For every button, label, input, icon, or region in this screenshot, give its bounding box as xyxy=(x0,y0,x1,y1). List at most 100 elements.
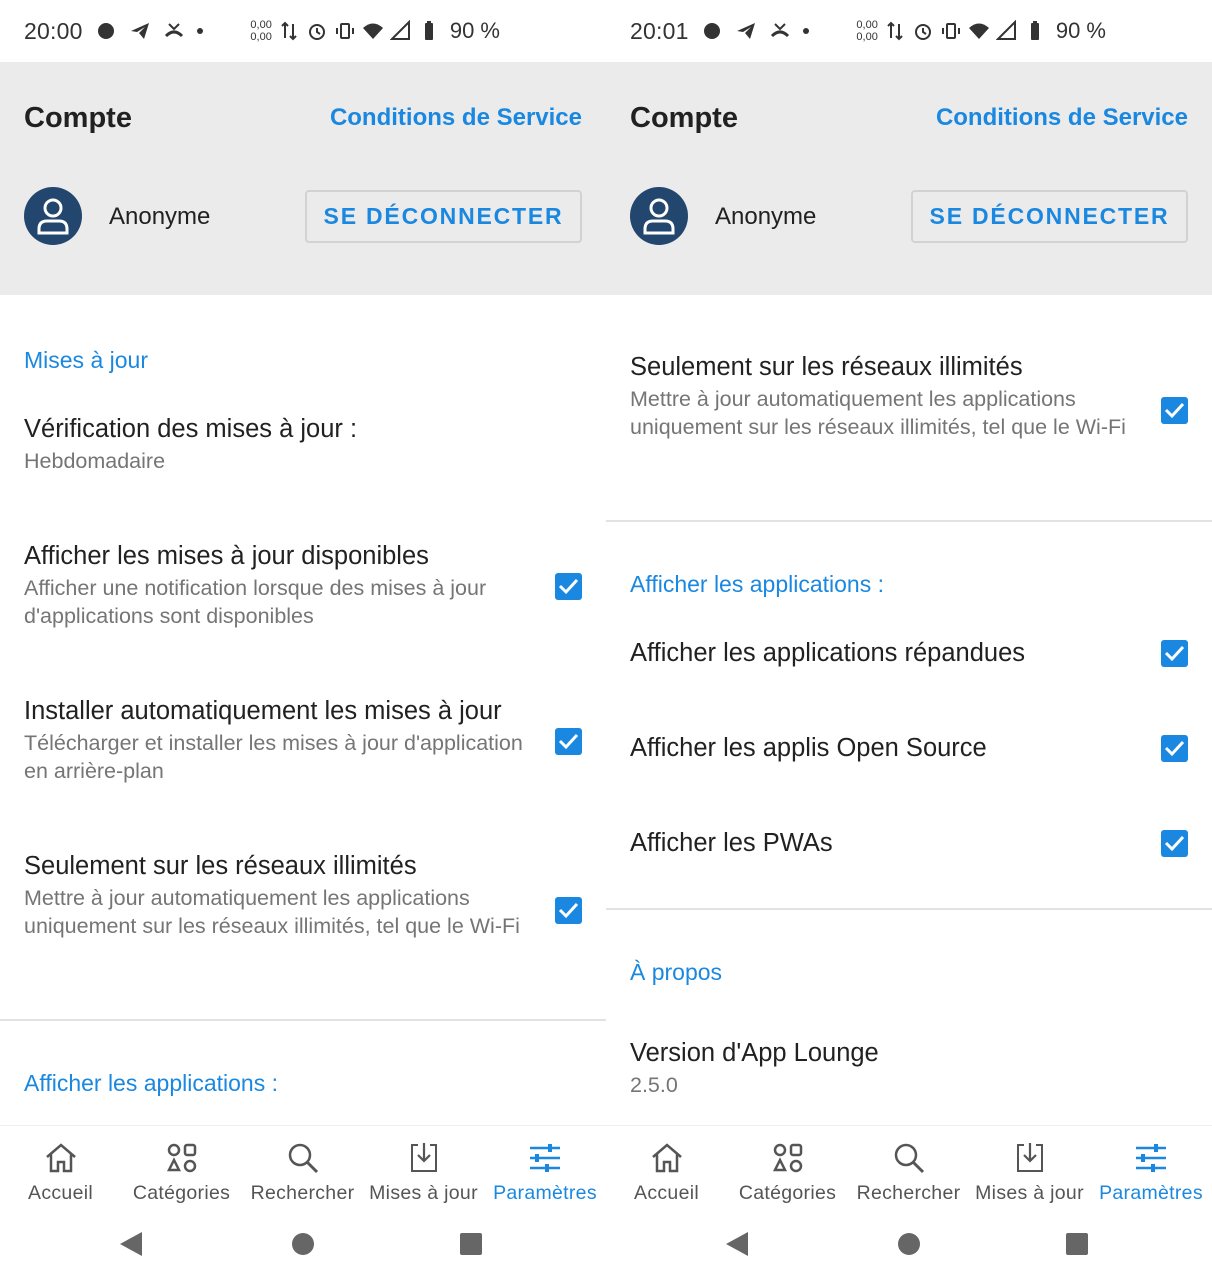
check-icon xyxy=(1164,645,1185,662)
divider xyxy=(606,520,1212,522)
nav-item-settings[interactable]: Paramètres xyxy=(484,1126,606,1210)
alarm-icon xyxy=(914,24,931,40)
nav-item-home[interactable]: Accueil xyxy=(606,1126,727,1210)
nav-item-search[interactable]: Rechercher xyxy=(242,1126,363,1210)
home-circle-icon[interactable] xyxy=(292,1233,314,1255)
network-speed: 0,00 0,00 xyxy=(250,19,272,43)
section-title-updates: Mises à jour xyxy=(24,347,148,373)
user-icon xyxy=(37,198,69,235)
right-screen: 20:01 0,00 0,00 90 % Compte Conditions d… xyxy=(606,0,1212,1280)
check-icon xyxy=(1164,402,1185,419)
telegram-icon xyxy=(130,23,149,39)
pref-unmetered-only[interactable]: Seulement sur les réseaux illimités Mett… xyxy=(24,850,544,940)
account-header: Compte Conditions de Service Anonyme SE … xyxy=(606,62,1212,295)
nav-item-updates[interactable]: Mises à jour xyxy=(363,1126,484,1210)
missed-call-icon xyxy=(164,23,183,38)
pref-app-version[interactable]: Version d'App Lounge 2.5.0 xyxy=(630,1037,1150,1099)
pref-auto-install[interactable]: Installer automatiquement les mises à jo… xyxy=(24,695,544,785)
terms-of-service-link[interactable]: Conditions de Service xyxy=(936,104,1188,132)
signal-app-icon xyxy=(97,23,114,39)
recents-icon[interactable] xyxy=(1066,1233,1088,1255)
logout-button[interactable]: SE DÉCONNECTER xyxy=(911,190,1188,243)
network-speed: 0,00 0,00 xyxy=(856,19,878,43)
nav-item-home[interactable]: Accueil xyxy=(0,1126,121,1210)
terms-of-service-link[interactable]: Conditions de Service xyxy=(330,104,582,132)
status-time: 20:01 xyxy=(630,17,689,44)
show-updates-checkbox[interactable] xyxy=(555,573,582,600)
settings-sliders-icon xyxy=(530,1144,560,1172)
data-transfer-icon xyxy=(281,21,297,41)
telegram-icon xyxy=(736,23,755,39)
pref-unmetered-only[interactable]: Seulement sur les réseaux illimités Mett… xyxy=(630,351,1150,441)
account-title: Compte xyxy=(630,102,738,134)
user-name: Anonyme xyxy=(109,203,211,230)
cell-signal-icon xyxy=(389,20,410,40)
battery-icon xyxy=(1030,21,1039,40)
nav-item-updates[interactable]: Mises à jour xyxy=(969,1126,1090,1210)
pwas-checkbox[interactable] xyxy=(1161,830,1188,857)
divider xyxy=(606,908,1212,910)
nav-item-settings[interactable]: Paramètres xyxy=(1090,1126,1212,1210)
user-name: Anonyme xyxy=(715,203,817,230)
back-icon[interactable] xyxy=(726,1232,748,1256)
home-circle-icon[interactable] xyxy=(898,1233,920,1255)
section-title-show-apps: Afficher les applications : xyxy=(24,1070,278,1096)
notification-dot xyxy=(196,28,203,34)
account-title: Compte xyxy=(24,102,132,134)
system-navigation-bar xyxy=(0,1210,606,1280)
pref-pwas[interactable]: Afficher les PWAs xyxy=(630,827,1150,859)
battery-level: 90 % xyxy=(449,18,500,43)
section-title-about: À propos xyxy=(630,959,723,985)
cell-signal-icon xyxy=(995,20,1016,40)
pref-open-source-apps[interactable]: Afficher les applis Open Source xyxy=(630,732,1150,764)
settings-sliders-icon xyxy=(1136,1144,1166,1172)
bottom-navigation: Accueil Catégories Rechercher Mises à jo… xyxy=(0,1125,606,1210)
check-icon xyxy=(558,902,579,919)
auto-install-checkbox[interactable] xyxy=(555,728,582,755)
avatar xyxy=(24,187,82,245)
pref-show-updates[interactable]: Afficher les mises à jour disponibles Af… xyxy=(24,540,544,630)
home-icon xyxy=(651,1143,682,1173)
status-bar: 20:01 0,00 0,00 90 % xyxy=(606,0,1212,62)
check-icon xyxy=(558,578,579,595)
wifi-icon xyxy=(968,23,989,39)
settings-list[interactable]: Mises à jour Vérification des mises à jo… xyxy=(0,295,606,1125)
user-icon xyxy=(643,198,675,235)
home-icon xyxy=(45,1143,76,1173)
unmetered-checkbox[interactable] xyxy=(555,897,582,924)
bottom-navigation: Accueil Catégories Rechercher Mises à jo… xyxy=(606,1125,1212,1210)
account-header: Compte Conditions de Service Anonyme SE … xyxy=(0,62,606,295)
missed-call-icon xyxy=(770,23,789,38)
common-apps-checkbox[interactable] xyxy=(1161,640,1188,667)
signal-app-icon xyxy=(703,23,720,39)
check-icon xyxy=(1164,740,1185,757)
unmetered-checkbox[interactable] xyxy=(1161,397,1188,424)
search-icon xyxy=(894,1143,924,1174)
check-icon xyxy=(1164,835,1185,852)
settings-list[interactable]: Seulement sur les réseaux illimités Mett… xyxy=(606,295,1212,1125)
search-icon xyxy=(288,1143,318,1174)
vibrate-icon xyxy=(335,23,354,39)
pref-common-apps[interactable]: Afficher les applications répandues xyxy=(630,637,1150,669)
download-icon xyxy=(410,1143,437,1172)
categories-icon xyxy=(166,1143,196,1173)
wifi-icon xyxy=(362,23,383,39)
status-bar: 20:00 0,00 0,00 90 % xyxy=(0,0,606,62)
logout-button[interactable]: SE DÉCONNECTER xyxy=(305,190,582,243)
pref-check-updates[interactable]: Vérification des mises à jour : Hebdomad… xyxy=(24,413,544,475)
alarm-icon xyxy=(308,24,325,40)
nav-item-search[interactable]: Rechercher xyxy=(848,1126,969,1210)
check-icon xyxy=(558,733,579,750)
open-source-checkbox[interactable] xyxy=(1161,735,1188,762)
divider xyxy=(0,1019,606,1021)
section-title-show-apps: Afficher les applications : xyxy=(630,571,884,597)
recents-icon[interactable] xyxy=(460,1233,482,1255)
data-transfer-icon xyxy=(887,21,903,41)
back-icon[interactable] xyxy=(120,1232,142,1256)
battery-icon xyxy=(424,21,433,40)
nav-item-categories[interactable]: Catégories xyxy=(727,1126,848,1210)
status-time: 20:00 xyxy=(24,17,83,44)
nav-item-categories[interactable]: Catégories xyxy=(121,1126,242,1210)
avatar xyxy=(630,187,688,245)
categories-icon xyxy=(772,1143,802,1173)
